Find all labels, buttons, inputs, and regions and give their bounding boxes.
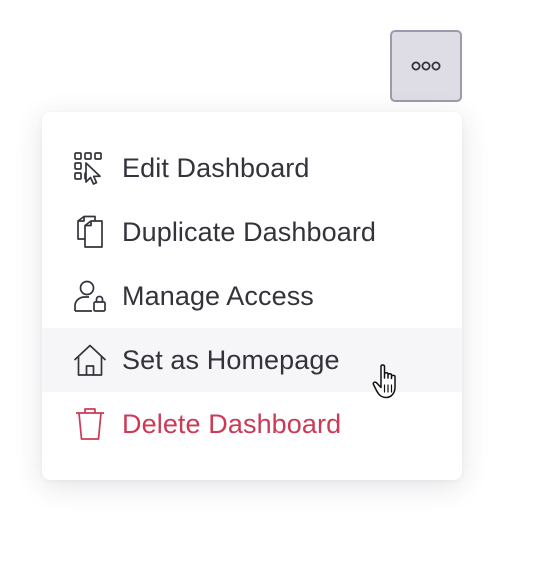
- menu-item-label: Set as Homepage: [122, 344, 340, 375]
- menu-item-set-as-homepage[interactable]: Set as Homepage: [42, 328, 462, 392]
- more-options-button[interactable]: [390, 30, 462, 102]
- duplicate-icon: [72, 214, 108, 250]
- user-lock-icon: [72, 278, 108, 314]
- menu-item-label: Manage Access: [122, 280, 314, 311]
- edit-dashboard-icon: [72, 150, 108, 186]
- menu-item-manage-access[interactable]: Manage Access: [42, 264, 462, 328]
- more-horizontal-icon: [411, 60, 441, 72]
- dashboard-options-menu: Edit Dashboard Duplicate Dashboard Manag…: [42, 112, 462, 480]
- menu-item-duplicate-dashboard[interactable]: Duplicate Dashboard: [42, 200, 462, 264]
- menu-item-label: Edit Dashboard: [122, 152, 310, 183]
- menu-item-label: Duplicate Dashboard: [122, 216, 377, 247]
- home-icon: [72, 342, 108, 378]
- menu-item-delete-dashboard[interactable]: Delete Dashboard: [42, 392, 462, 456]
- menu-item-label: Delete Dashboard: [122, 408, 342, 439]
- trash-icon: [72, 406, 108, 442]
- menu-item-edit-dashboard[interactable]: Edit Dashboard: [42, 136, 462, 200]
